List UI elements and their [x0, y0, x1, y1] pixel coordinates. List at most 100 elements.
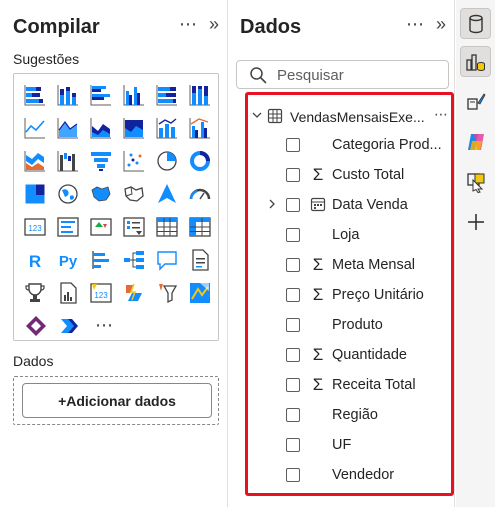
area-chart-icon[interactable] — [54, 113, 83, 142]
field-name: UF — [332, 437, 352, 453]
collapse-pane-icon[interactable]: » — [209, 14, 219, 34]
shape-map-icon[interactable] — [119, 179, 148, 208]
visuals-row: ⋯ — [21, 311, 214, 340]
add-pane-button[interactable] — [460, 206, 491, 237]
field-name: Região — [332, 407, 378, 423]
field-checkbox[interactable] — [286, 168, 300, 182]
more-visuals-icon[interactable]: ⋯ — [89, 311, 119, 340]
field-checkbox[interactable] — [286, 348, 300, 362]
table-name: VendasMensaisExe... — [290, 109, 425, 125]
field-row[interactable]: Σ Meta Mensal — [248, 255, 451, 277]
field-name: Quantidade — [332, 347, 407, 363]
table-row[interactable]: VendasMensaisExe... ⋯ — [248, 106, 451, 128]
metrics-icon[interactable] — [21, 278, 50, 307]
search-input[interactable] — [277, 65, 442, 85]
stacked-bar-chart-icon[interactable] — [21, 80, 50, 109]
table-icon — [267, 108, 283, 124]
field-checkbox[interactable] — [286, 288, 300, 302]
r-visual-icon[interactable]: R — [21, 245, 50, 274]
100-stacked-area-chart-icon[interactable] — [119, 113, 148, 142]
field-row[interactable]: Região — [248, 405, 451, 427]
power-apps-diamond-icon[interactable] — [21, 311, 51, 340]
chevron-right-icon[interactable] — [266, 197, 278, 214]
copilot-button[interactable] — [460, 126, 491, 157]
field-row[interactable]: Σ Custo Total — [248, 165, 451, 187]
line-and-clustered-column-chart-icon[interactable] — [185, 113, 214, 142]
power-automate-icon[interactable] — [119, 278, 148, 307]
field-row[interactable]: Produto — [248, 315, 451, 337]
paginated-report-icon[interactable] — [54, 278, 83, 307]
field-checkbox[interactable] — [286, 408, 300, 422]
treemap-icon[interactable] — [21, 179, 50, 208]
stacked-area-chart-icon[interactable] — [87, 113, 116, 142]
python-visual-icon[interactable]: Py — [54, 245, 83, 274]
field-checkbox[interactable] — [286, 138, 300, 152]
azure-maps-icon[interactable] — [185, 278, 214, 307]
sigma-icon: Σ — [312, 345, 324, 364]
card-icon[interactable]: 123 — [21, 212, 50, 241]
search-box[interactable] — [236, 60, 449, 89]
field-row[interactable]: Σ Preço Unitário — [248, 285, 451, 307]
map-icon[interactable] — [54, 179, 83, 208]
data-pane-button[interactable] — [460, 8, 491, 39]
field-checkbox[interactable] — [286, 468, 300, 482]
scatter-chart-icon[interactable] — [119, 146, 148, 175]
gauge-icon[interactable] — [185, 179, 214, 208]
line-chart-icon[interactable] — [21, 113, 50, 142]
build-pane-actions: ⋯ » — [179, 14, 219, 34]
field-checkbox[interactable] — [286, 318, 300, 332]
field-checkbox[interactable] — [286, 258, 300, 272]
field-name: Produto — [332, 317, 383, 333]
sigma-icon: Σ — [312, 285, 324, 304]
slicer-icon[interactable] — [119, 212, 148, 241]
field-row[interactable]: UF — [248, 435, 451, 457]
qa-icon[interactable] — [152, 245, 181, 274]
clustered-column-chart-icon[interactable] — [119, 80, 148, 109]
ribbon-chart-icon[interactable] — [21, 146, 50, 175]
decomposition-tree-icon[interactable] — [119, 245, 148, 274]
azure-map-icon[interactable] — [152, 179, 181, 208]
key-influencers-icon[interactable] — [87, 245, 116, 274]
pie-chart-icon[interactable] — [152, 146, 181, 175]
field-row[interactable]: Vendedor — [248, 465, 451, 487]
chevron-down-icon[interactable] — [251, 109, 263, 124]
kpi-icon[interactable] — [87, 212, 116, 241]
chevron-arrow-icon[interactable] — [55, 311, 85, 340]
field-row[interactable]: Σ Receita Total — [248, 375, 451, 397]
more-options-icon[interactable]: ⋯ — [406, 14, 424, 34]
100-stacked-column-chart-icon[interactable] — [185, 80, 214, 109]
funnel-chart-icon[interactable] — [87, 146, 116, 175]
add-data-button[interactable]: +Adicionar dados — [22, 383, 212, 418]
format-pane-button[interactable] — [460, 86, 491, 117]
filter-pane-button[interactable] — [460, 166, 491, 197]
field-checkbox[interactable] — [286, 378, 300, 392]
field-row[interactable]: Data Venda — [248, 195, 451, 217]
more-options-icon[interactable]: ⋯ — [179, 14, 197, 34]
clustered-bar-chart-icon[interactable] — [87, 80, 116, 109]
field-checkbox[interactable] — [286, 438, 300, 452]
field-checkbox[interactable] — [286, 198, 300, 212]
field-row[interactable]: Σ Quantidade — [248, 345, 451, 367]
matrix-icon[interactable] — [185, 212, 214, 241]
table-icon[interactable] — [152, 212, 181, 241]
power-apps-icon[interactable]: 123 — [87, 278, 116, 307]
multi-row-card-icon[interactable] — [54, 212, 83, 241]
field-checkbox[interactable] — [286, 228, 300, 242]
filled-map-icon[interactable] — [87, 179, 116, 208]
build-pane-button[interactable] — [460, 46, 491, 77]
visualizations-gallery: 123 R Py 123 ⋯ — [13, 73, 219, 341]
field-name: Data Venda — [332, 197, 408, 213]
smart-narrative-icon[interactable] — [185, 245, 214, 274]
collapse-pane-icon[interactable]: » — [436, 14, 446, 34]
field-row[interactable]: Categoria Prod... — [248, 135, 451, 157]
line-and-column-chart-icon[interactable] — [152, 113, 181, 142]
field-row[interactable]: Loja — [248, 225, 451, 247]
100-stacked-bar-chart-icon[interactable] — [152, 80, 181, 109]
stacked-column-chart-icon[interactable] — [54, 80, 83, 109]
data-pane: Dados ⋯ » VendasMensaisExe... ⋯ Catego — [229, 0, 455, 507]
donut-chart-icon[interactable] — [185, 146, 214, 175]
table-more-icon[interactable]: ⋯ — [434, 106, 448, 123]
slicer-new-icon[interactable] — [152, 278, 181, 307]
waterfall-chart-icon[interactable] — [54, 146, 83, 175]
field-name: Categoria Prod... — [332, 137, 442, 153]
